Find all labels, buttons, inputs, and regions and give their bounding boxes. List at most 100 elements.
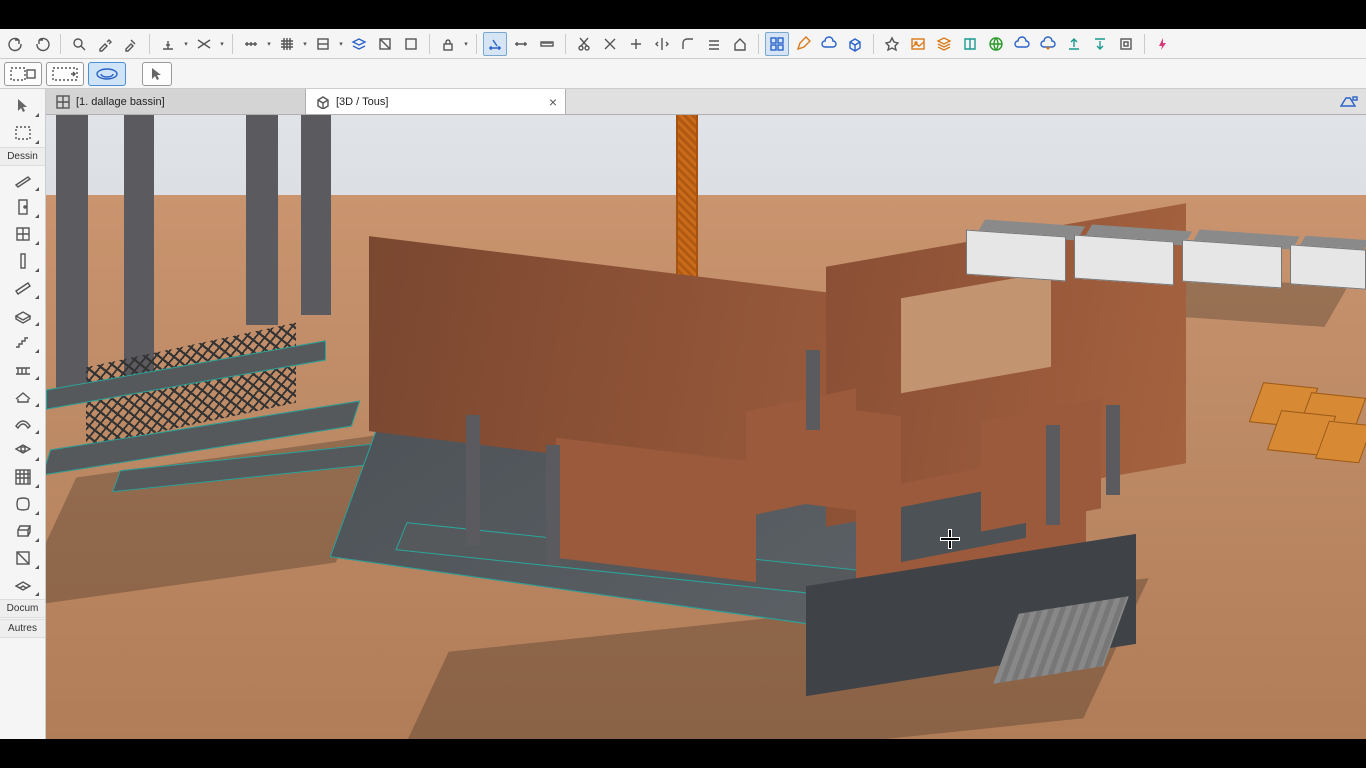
column: [124, 115, 154, 385]
object-tool-button[interactable]: [5, 518, 41, 544]
column: [56, 115, 88, 395]
lock-button[interactable]: [436, 32, 460, 56]
redo-button[interactable]: [30, 32, 54, 56]
tab-plan-view[interactable]: [1. dallage bassin]: [46, 89, 306, 114]
wall-tool-button[interactable]: [5, 167, 41, 193]
publish-down-button[interactable]: [1088, 32, 1112, 56]
site-trailer: [1182, 240, 1282, 289]
sky-background: [46, 115, 1366, 195]
zone-tool-button[interactable]: [5, 545, 41, 571]
measure-button[interactable]: [239, 32, 263, 56]
layer-button[interactable]: [347, 32, 371, 56]
photo-render-button[interactable]: [906, 32, 930, 56]
zoom-button[interactable]: [67, 32, 91, 56]
trim-button[interactable]: [598, 32, 622, 56]
marquee-mode-1-button[interactable]: [4, 62, 42, 86]
constraint-intersect-button[interactable]: [192, 32, 216, 56]
dimension-button[interactable]: [509, 32, 533, 56]
view-tab-bar: [1. dallage bassin] [3D / Tous] ×: [0, 89, 1366, 115]
arrow-select-button[interactable]: [142, 62, 172, 86]
tab-label: [1. dallage bassin]: [76, 96, 165, 108]
toolbox-section-other: Autres: [0, 619, 45, 638]
cloud-button[interactable]: [1010, 32, 1034, 56]
component-button[interactable]: [1114, 32, 1138, 56]
split-button[interactable]: [650, 32, 674, 56]
energy-button[interactable]: [1151, 32, 1175, 56]
beam-tool-button[interactable]: [5, 275, 41, 301]
favorite-button[interactable]: [880, 32, 904, 56]
eyedropper-button[interactable]: [93, 32, 117, 56]
offset-button[interactable]: [702, 32, 726, 56]
morph-tool-button[interactable]: [5, 491, 41, 517]
wall-snap-button[interactable]: [311, 32, 335, 56]
book-button[interactable]: [958, 32, 982, 56]
tab-label: [3D / Tous]: [336, 96, 388, 108]
column: [546, 445, 560, 565]
viewport-cursor: [941, 530, 959, 548]
dropdown-icon[interactable]: ▾: [265, 40, 273, 48]
plan-icon: [56, 95, 70, 109]
mesh-tool-button[interactable]: [5, 572, 41, 598]
inject-button[interactable]: [119, 32, 143, 56]
adjust-button[interactable]: [624, 32, 648, 56]
arrow-tool-button[interactable]: [5, 93, 41, 119]
column: [301, 115, 331, 315]
dropdown-icon[interactable]: ▾: [182, 40, 190, 48]
dropdown-icon[interactable]: ▾: [218, 40, 226, 48]
curtain-wall-tool-button[interactable]: [5, 464, 41, 490]
site-trailer: [966, 230, 1066, 282]
box-3d-button[interactable]: [843, 32, 867, 56]
column: [246, 115, 278, 325]
brick-partition: [556, 438, 756, 583]
select-group-button[interactable]: [765, 32, 789, 56]
toolbox-panel: Dessin Docum Autres: [0, 89, 46, 739]
main-toolbar: ▾ ▾ ▾ ▾ ▾ ▾: [0, 29, 1366, 59]
marquee-tool-button[interactable]: [5, 120, 41, 146]
skylight-tool-button[interactable]: [5, 437, 41, 463]
secondary-toolbar: [0, 59, 1366, 89]
roof-tool-button[interactable]: [5, 383, 41, 409]
dimension-auto-button[interactable]: [483, 32, 507, 56]
section-button[interactable]: [373, 32, 397, 56]
site-trailer: [1290, 244, 1366, 289]
stack-button[interactable]: [932, 32, 956, 56]
slab-tool-button[interactable]: [5, 302, 41, 328]
navigator-button[interactable]: [1338, 92, 1360, 112]
toolbox-section-document: Docum: [0, 599, 45, 618]
shell-tool-button[interactable]: [5, 410, 41, 436]
undo-button[interactable]: [4, 32, 28, 56]
close-icon[interactable]: ×: [549, 94, 557, 110]
cut-button[interactable]: [572, 32, 596, 56]
column: [1106, 405, 1120, 495]
toolbox-section-design: Dessin: [0, 147, 45, 166]
cloud-up-button[interactable]: [817, 32, 841, 56]
tab-3d-view[interactable]: [3D / Tous] ×: [306, 89, 566, 114]
railing-tool-button[interactable]: [5, 356, 41, 382]
fillet-button[interactable]: [676, 32, 700, 56]
crane-mast: [676, 115, 698, 285]
door-tool-button[interactable]: [5, 194, 41, 220]
ruler-button[interactable]: [535, 32, 559, 56]
trace-button[interactable]: [399, 32, 423, 56]
cube-icon: [316, 95, 330, 109]
publish-up-button[interactable]: [1062, 32, 1086, 56]
column-tool-button[interactable]: [5, 248, 41, 274]
home-button[interactable]: [728, 32, 752, 56]
constraint-perp-button[interactable]: [156, 32, 180, 56]
window-tool-button[interactable]: [5, 221, 41, 247]
dropdown-icon[interactable]: ▾: [462, 40, 470, 48]
marquee-mode-2-button[interactable]: [46, 62, 84, 86]
dropdown-icon[interactable]: ▾: [337, 40, 345, 48]
3d-viewport[interactable]: [46, 115, 1366, 739]
brick-partition: [981, 398, 1101, 531]
edit-button[interactable]: [791, 32, 815, 56]
cloud-sync-button[interactable]: [1036, 32, 1060, 56]
grid-button[interactable]: [275, 32, 299, 56]
column: [1046, 425, 1060, 525]
globe-button[interactable]: [984, 32, 1008, 56]
site-trailer: [1074, 235, 1174, 286]
stair-tool-button[interactable]: [5, 329, 41, 355]
dropdown-icon[interactable]: ▾: [301, 40, 309, 48]
marquee-mode-3-button[interactable]: [88, 62, 126, 86]
column: [806, 350, 820, 430]
